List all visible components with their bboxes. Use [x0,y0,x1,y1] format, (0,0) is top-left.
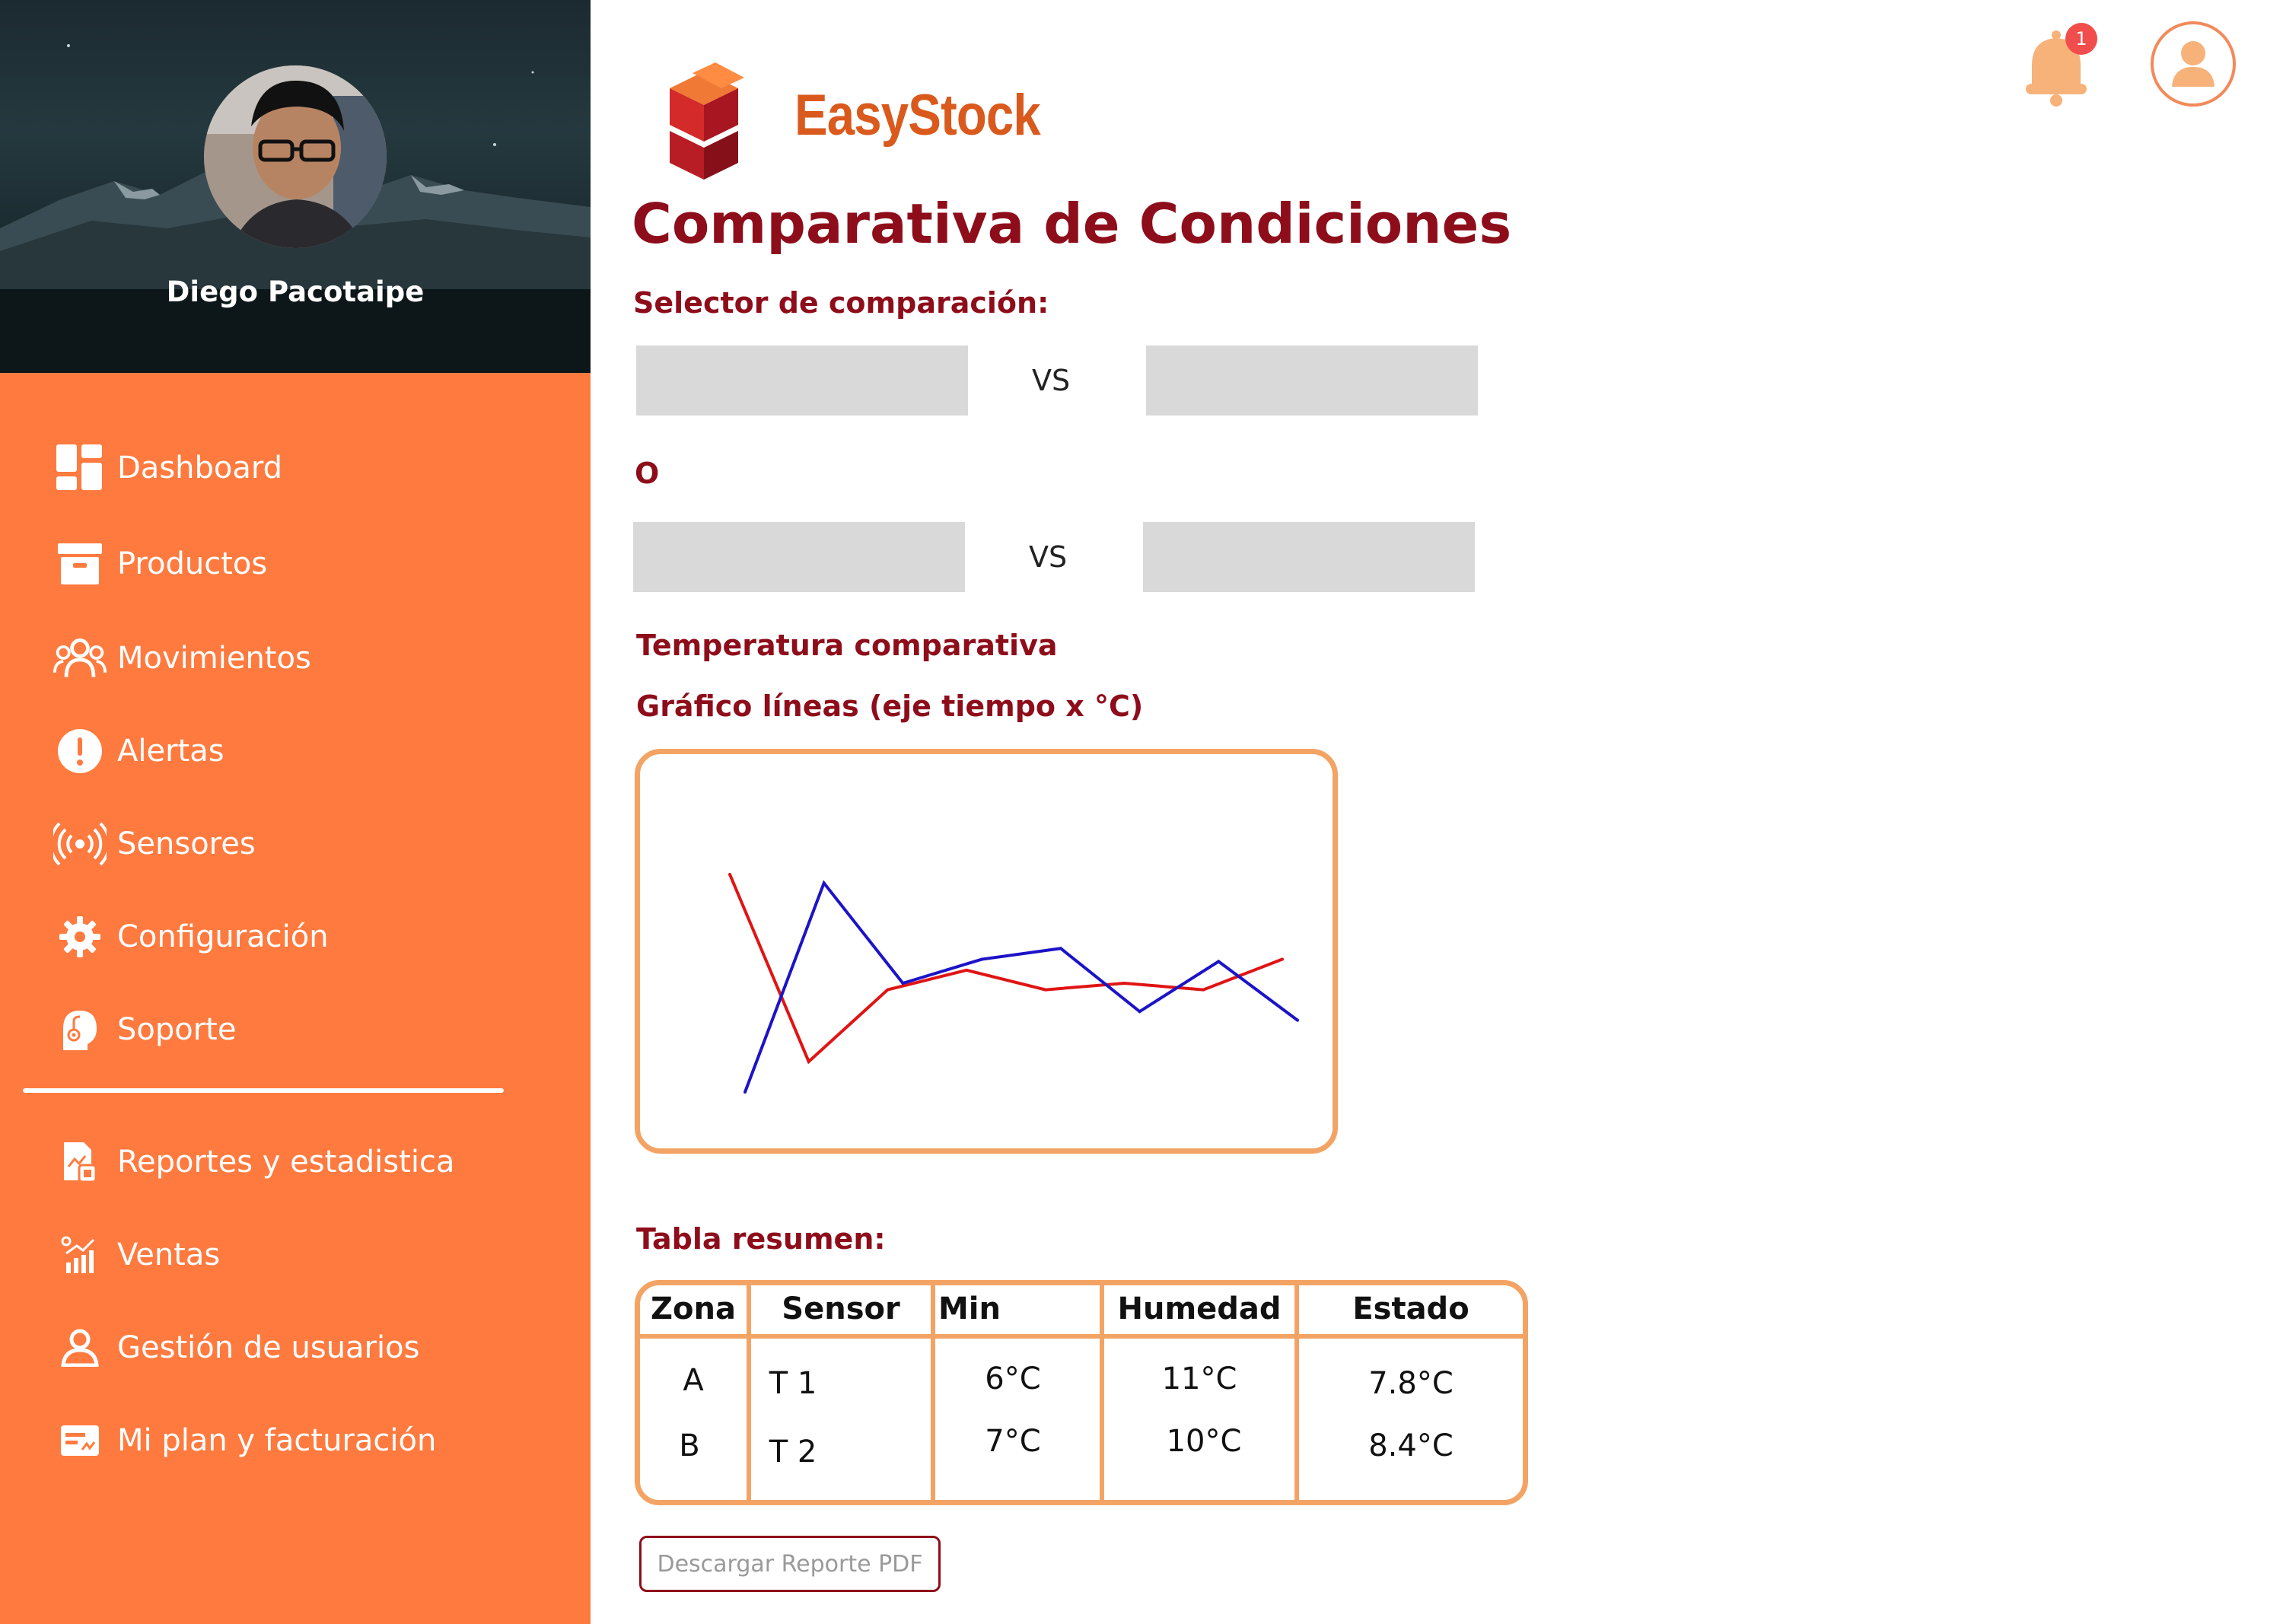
data-point-1-0 [743,1091,747,1094]
data-point-1-1 [822,881,826,885]
brand-name: EasyStock [794,83,1041,148]
gear-icon [53,910,107,963]
sidebar-item-label: Gestión de usuarios [117,1330,420,1365]
sidebar: Diego Pacotaipe Dashboard Productos Movi… [0,0,591,1624]
compare-select-2a[interactable] [633,522,965,592]
data-point-0-4 [1043,988,1047,992]
sidebar-item-label: Movimientos [117,641,311,676]
table-cell: T 1 [769,1366,817,1401]
user-menu-button[interactable] [2151,21,2236,107]
sidebar-item-label: Alertas [117,734,224,769]
sidebar-item-ventas[interactable]: Ventas [53,1228,220,1282]
sidebar-item-dashboard[interactable]: Dashboard [53,441,282,495]
series-line-0 [728,874,1283,1065]
selector-label: Selector de comparación: [633,286,1049,320]
table-cell: A [683,1363,704,1398]
dashboard-icon [53,441,107,495]
user-icon [2172,41,2215,87]
line-chart [635,749,1338,1154]
data-point-0-0 [728,873,731,876]
compare-select-2b[interactable] [1143,522,1475,592]
table-header-sensor: Sensor [782,1291,900,1326]
download-pdf-button[interactable]: Descargar Reporte PDF [639,1536,941,1592]
table-header-estado: Estado [1352,1291,1469,1326]
table-cell: 10°C [1166,1424,1242,1459]
sidebar-item-alertas[interactable]: Alertas [53,724,224,778]
table-cell: 6°C [985,1361,1041,1396]
data-point-0-7 [1281,957,1284,961]
support-headset-icon [53,1003,107,1056]
sidebar-item-soporte[interactable]: Soporte [53,1003,236,1056]
summary-table: Zona Sensor Min Humedad Estado A T 1 6°C… [635,1280,1528,1505]
easystock-logo-icon [670,62,744,180]
archive-box-icon [53,537,107,591]
table-cell: 11°C [1161,1361,1237,1396]
report-document-icon [53,1135,107,1189]
compare-select-1a[interactable] [636,345,968,416]
data-point-1-4 [1059,947,1062,951]
sidebar-item-movimientos[interactable]: Movimientos [53,632,311,685]
sidebar-item-label: Configuración [117,919,329,954]
sidebar-item-configuracion[interactable]: Configuración [53,910,329,963]
table-cell: 7°C [985,1424,1041,1459]
table-header-min: Min [938,1291,1001,1326]
data-point-0-6 [1202,988,1205,992]
compare-select-1b[interactable] [1146,345,1478,416]
table-header-zona: Zona [651,1291,736,1326]
profile-header: Diego Pacotaipe [0,0,591,373]
table-header-divider [640,1334,1523,1339]
data-point-1-5 [1138,1010,1142,1014]
user-manage-icon [53,1321,107,1374]
data-point-1-3 [980,957,984,961]
sidebar-divider [23,1088,504,1093]
sidebar-item-plan[interactable]: Mi plan y facturación [53,1414,436,1467]
users-group-icon [53,632,107,685]
data-point-0-5 [1122,982,1126,985]
page-title: Comparativa de Condiciones [632,192,1512,256]
data-point-1-7 [1296,1018,1299,1022]
table-cell: 8.4°C [1368,1428,1454,1463]
sidebar-item-productos[interactable]: Productos [53,537,267,591]
data-point-0-3 [965,968,969,972]
sidebar-item-reportes[interactable]: Reportes y estadistica [53,1135,454,1189]
vs-label: VS [1029,540,1068,574]
sidebar-item-label: Productos [117,546,268,581]
profile-name: Diego Pacotaipe [166,275,425,308]
data-point-0-1 [807,1059,810,1063]
chart-label: Gráfico líneas (eje tiempo x °C) [636,689,1144,723]
chart-plot [728,873,1299,1094]
sidebar-item-label: Ventas [117,1237,221,1272]
notification-badge: 1 [2065,23,2097,55]
sidebar-item-sensores[interactable]: Sensores [53,817,256,871]
sensor-signal-icon [53,817,107,871]
data-point-0-2 [886,988,890,992]
alert-icon [53,724,107,778]
series-line-1 [743,880,1299,1093]
billing-card-icon [53,1414,107,1467]
table-cell: 7.8°C [1368,1366,1454,1401]
table-label: Tabla resumen: [636,1222,886,1256]
sidebar-item-label: Reportes y estadistica [117,1145,455,1180]
sales-chart-icon [53,1228,107,1282]
vs-label: VS [1032,364,1071,397]
temp-label: Temperatura comparativa [636,629,1058,662]
sidebar-item-label: Dashboard [117,451,283,486]
or-label: O [635,457,660,490]
table-cell: T 2 [769,1435,817,1470]
sidebar-item-usuarios[interactable]: Gestión de usuarios [53,1321,419,1374]
table-cell: B [679,1428,700,1463]
data-point-1-2 [901,982,905,985]
table-header-humedad: Humedad [1117,1291,1282,1326]
avatar[interactable] [204,65,387,248]
sidebar-item-label: Mi plan y facturación [117,1423,437,1458]
data-point-1-6 [1217,960,1221,963]
sidebar-item-label: Soporte [117,1012,237,1047]
sidebar-item-label: Sensores [117,826,256,861]
